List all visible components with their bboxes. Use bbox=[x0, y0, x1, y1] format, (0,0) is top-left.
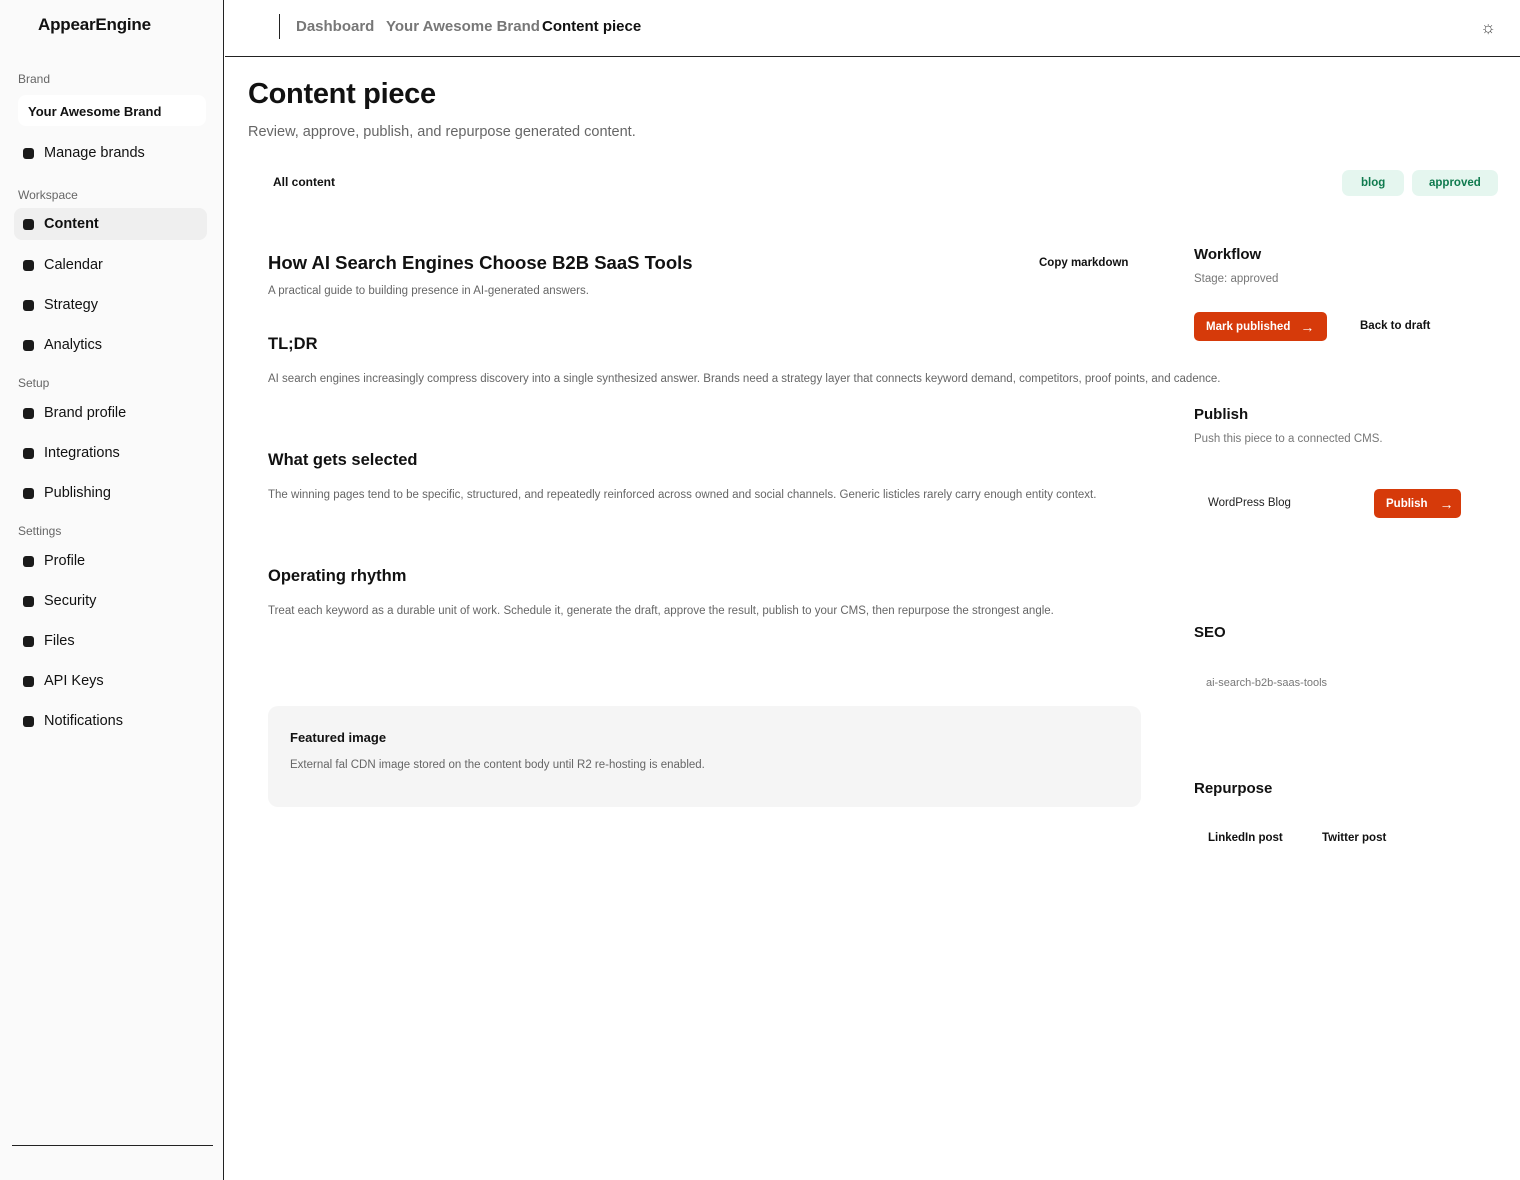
repurpose-twitter-button[interactable]: Twitter post bbox=[1322, 832, 1386, 844]
sidebar-item-label: Profile bbox=[44, 553, 86, 569]
repurpose-heading: Repurpose bbox=[1194, 780, 1273, 797]
featured-image-title: Featured image bbox=[290, 730, 387, 745]
breadcrumb-dashboard[interactable]: Dashboard bbox=[296, 18, 374, 35]
settings-section-label: Settings bbox=[18, 524, 62, 538]
workflow-stage: Stage: approved bbox=[1194, 273, 1279, 285]
bell-icon bbox=[23, 715, 34, 727]
calendar-icon bbox=[23, 259, 34, 271]
breadcrumb-brand[interactable]: Your Awesome Brand bbox=[386, 18, 540, 35]
featured-image-text: External fal CDN image stored on the con… bbox=[290, 759, 705, 771]
article-subtitle: A practical guide to building presence i… bbox=[268, 285, 589, 297]
mark-published-label: Mark published bbox=[1206, 320, 1291, 333]
back-to-draft-button[interactable]: Back to draft bbox=[1360, 320, 1430, 332]
setup-section-label: Setup bbox=[18, 376, 50, 390]
brand-profile-icon bbox=[23, 407, 34, 419]
sidebar-item-label: Security bbox=[44, 593, 97, 609]
content-icon bbox=[23, 218, 34, 230]
sidebar-item-api-keys[interactable]: API Keys bbox=[14, 665, 207, 697]
sidebar-item-label: Files bbox=[44, 633, 75, 649]
brand-section-label: Brand bbox=[18, 72, 51, 86]
strategy-icon bbox=[23, 299, 34, 311]
section-body-tldr: AI search engines increasingly compress … bbox=[268, 373, 1221, 385]
publishing-icon bbox=[23, 487, 34, 499]
sidebar-item-label: Integrations bbox=[44, 445, 120, 461]
sidebar-item-profile[interactable]: Profile bbox=[14, 545, 207, 577]
mark-published-button[interactable]: Mark published → bbox=[1194, 312, 1327, 341]
sidebar-item-manage-brands[interactable]: Manage brands bbox=[14, 137, 207, 169]
publish-heading: Publish bbox=[1194, 406, 1249, 423]
sidebar-footer-divider bbox=[12, 1145, 213, 1146]
sidebar-item-brand-profile[interactable]: Brand profile bbox=[14, 397, 207, 429]
sidebar-item-analytics[interactable]: Analytics bbox=[14, 329, 207, 361]
section-body-what-gets-selected: The winning pages tend to be specific, s… bbox=[268, 489, 1097, 501]
section-heading-tldr: TL;DR bbox=[268, 335, 318, 353]
breadcrumb-current: Content piece bbox=[542, 18, 642, 35]
workspace-section-label: Workspace bbox=[18, 188, 78, 202]
sidebar-item-label: API Keys bbox=[44, 673, 104, 689]
sidebar: AppearEngine Brand Your Awesome Brand Ma… bbox=[0, 0, 224, 1180]
sidebar-item-label: Strategy bbox=[44, 297, 98, 313]
publish-button-label: Publish bbox=[1386, 497, 1428, 510]
key-icon bbox=[23, 675, 34, 687]
section-heading-what-gets-selected: What gets selected bbox=[268, 451, 418, 469]
page-title: Content piece bbox=[248, 78, 436, 110]
sidebar-item-publishing[interactable]: Publishing bbox=[14, 477, 207, 509]
cms-connection-name: WordPress Blog bbox=[1208, 497, 1291, 509]
workflow-heading: Workflow bbox=[1194, 246, 1262, 263]
sidebar-item-files[interactable]: Files bbox=[14, 625, 207, 657]
files-icon bbox=[23, 635, 34, 647]
sidebar-item-label: Content bbox=[44, 216, 99, 232]
shield-icon bbox=[23, 595, 34, 607]
type-badge: blog bbox=[1342, 170, 1405, 196]
sidebar-item-label: Analytics bbox=[44, 337, 103, 353]
section-heading-operating-rhythm: Operating rhythm bbox=[268, 567, 407, 585]
sidebar-item-strategy[interactable]: Strategy bbox=[14, 289, 207, 321]
brand-selector[interactable]: Your Awesome Brand bbox=[18, 95, 206, 126]
sidebar-item-integrations[interactable]: Integrations bbox=[14, 437, 207, 469]
publish-description: Push this piece to a connected CMS. bbox=[1194, 433, 1383, 445]
sidebar-item-label: Notifications bbox=[44, 713, 123, 729]
status-badge: approved bbox=[1412, 170, 1498, 196]
repurpose-linkedin-button[interactable]: LinkedIn post bbox=[1208, 832, 1283, 844]
sidebar-item-security[interactable]: Security bbox=[14, 585, 207, 617]
sidebar-item-content[interactable]: Content bbox=[14, 208, 207, 240]
sidebar-item-label: Manage brands bbox=[44, 145, 145, 161]
analytics-icon bbox=[23, 339, 34, 351]
sidebar-item-calendar[interactable]: Calendar bbox=[14, 249, 207, 281]
top-bar: Dashboard Your Awesome Brand Content pie… bbox=[225, 0, 1520, 57]
section-body-operating-rhythm: Treat each keyword as a durable unit of … bbox=[268, 605, 1054, 617]
seo-heading: SEO bbox=[1194, 624, 1226, 641]
app-name[interactable]: AppearEngine bbox=[38, 15, 151, 35]
profile-icon bbox=[23, 555, 34, 567]
page-subtitle: Review, approve, publish, and repurpose … bbox=[248, 124, 636, 140]
sidebar-item-label: Calendar bbox=[44, 257, 103, 273]
manage-brands-icon bbox=[23, 147, 34, 159]
integrations-icon bbox=[23, 447, 34, 459]
sun-icon[interactable]: ☼ bbox=[1480, 18, 1496, 38]
copy-markdown-button[interactable]: Copy markdown bbox=[1039, 257, 1128, 269]
article-title: How AI Search Engines Choose B2B SaaS To… bbox=[268, 252, 693, 273]
sidebar-item-notifications[interactable]: Notifications bbox=[14, 705, 207, 737]
arrow-right-icon: → bbox=[1300, 318, 1315, 335]
sidebar-item-label: Publishing bbox=[44, 485, 111, 501]
featured-image-card: Featured image External fal CDN image st… bbox=[268, 706, 1141, 807]
arrow-right-icon: → bbox=[1439, 495, 1454, 512]
sidebar-item-label: Brand profile bbox=[44, 405, 127, 421]
seo-slug[interactable]: ai-search-b2b-saas-tools bbox=[1206, 677, 1327, 689]
publish-button[interactable]: Publish → bbox=[1374, 489, 1461, 518]
all-content-link[interactable]: All content bbox=[273, 175, 335, 189]
header-divider bbox=[279, 14, 280, 39]
